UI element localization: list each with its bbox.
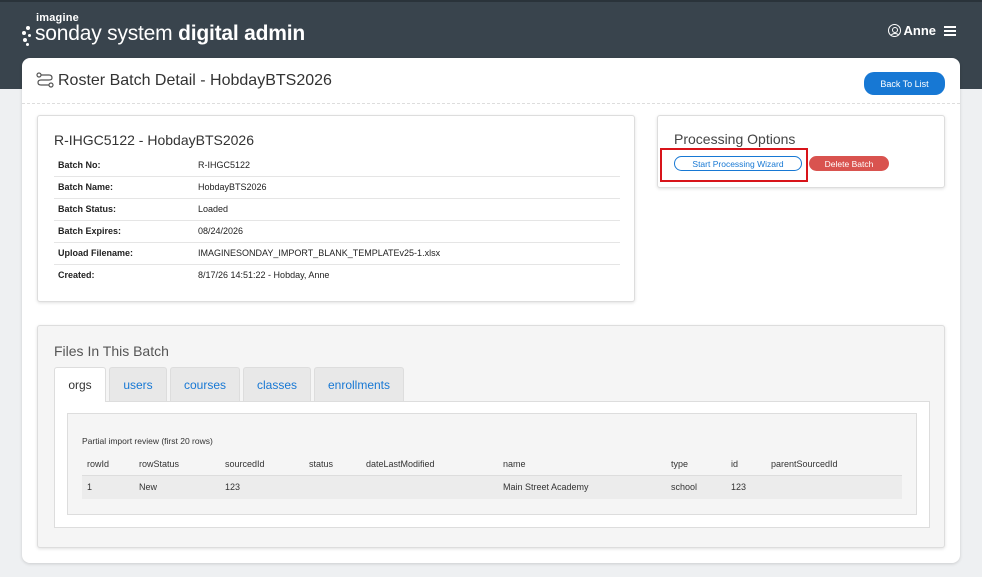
table-cell: 123 (726, 475, 766, 499)
column-header: type (666, 454, 726, 476)
hamburger-icon[interactable] (944, 25, 956, 36)
page-title: Roster Batch Detail - HobdayBTS2026 (58, 72, 332, 89)
field-value: 08/24/2026 (194, 220, 620, 243)
column-header: parentSourcedId (766, 454, 902, 476)
files-title: Files In This Batch (54, 343, 169, 359)
column-header: rowId (82, 454, 134, 476)
person-circle-icon (887, 24, 901, 37)
user-menu[interactable]: Anne (887, 23, 956, 38)
field-value: HobdayBTS2026 (194, 176, 620, 199)
field-value: IMAGINESONDAY_IMPORT_BLANK_TEMPLATEv25-1… (194, 242, 620, 265)
logo-dots-icon (22, 26, 34, 48)
tab-classes[interactable]: classes (243, 367, 311, 401)
card-header: Roster Batch Detail - HobdayBTS2026 Back… (22, 58, 960, 104)
column-header: rowStatus (134, 454, 220, 476)
table-cell (304, 475, 361, 499)
field-label: Batch Name: (54, 176, 194, 199)
table-row: 1 New 123 Main Street Academy school 123 (82, 475, 902, 499)
table-cell: Main Street Academy (498, 475, 666, 499)
batch-heading: R-IHGC5122 - HobdayBTS2026 (54, 132, 254, 148)
import-table: rowId rowStatus sourcedId status dateLas… (82, 454, 902, 499)
field-label: Batch Status: (54, 198, 194, 221)
field-label: Batch No: (54, 154, 194, 177)
tab-orgs[interactable]: orgs (54, 367, 106, 402)
column-header: sourcedId (220, 454, 304, 476)
table-cell: 1 (82, 475, 134, 499)
column-header: dateLastModified (361, 454, 498, 476)
import-review: Partial import review (first 20 rows) ro… (67, 413, 917, 515)
brand-name-bold: digital admin (178, 22, 306, 45)
table-header-row: rowId rowStatus sourcedId status dateLas… (82, 454, 902, 476)
field-row: Upload Filename: IMAGINESONDAY_IMPORT_BLA… (54, 242, 620, 265)
tab-users[interactable]: users (109, 367, 167, 401)
field-row: Batch Name: HobdayBTS2026 (54, 176, 620, 199)
files-panel: Files In This Batch orgs users courses c… (37, 325, 945, 548)
field-value: 8/17/26 14:51:22 - Hobday, Anne (198, 270, 330, 281)
user-name: Anne (903, 23, 937, 38)
table-cell: 123 (220, 475, 304, 499)
processing-options-panel: Processing Options Start Processing Wiza… (657, 115, 945, 188)
field-row: Created: 8/17/26 14:51:22 - Hobday, Anne (54, 264, 620, 286)
field-label: Batch Expires: (54, 220, 194, 243)
table-cell: New (134, 475, 220, 499)
field-label: Created: (58, 270, 95, 281)
brand-name: sonday system digital admin (35, 22, 305, 46)
field-row: Batch Expires: 08/24/2026 (54, 220, 620, 243)
brand-name-light: sonday system (35, 22, 173, 45)
tab-content: Partial import review (first 20 rows) ro… (54, 401, 930, 528)
table-cell: school (666, 475, 726, 499)
batch-fields-table: Batch No: R-IHGC5122 Batch Name: HobdayBTS… (54, 154, 620, 286)
start-processing-wizard-button[interactable]: Start Processing Wizard (674, 156, 802, 171)
main-card: Roster Batch Detail - HobdayBTS2026 Back… (22, 58, 960, 563)
column-header: status (304, 454, 361, 476)
processing-title: Processing Options (674, 131, 796, 147)
delete-batch-button[interactable]: Delete Batch (809, 156, 889, 171)
tab-enrollments[interactable]: enrollments (314, 367, 404, 401)
batch-detail-panel: R-IHGC5122 - HobdayBTS2026 Batch No: R-IH… (37, 115, 635, 302)
table-cell (766, 475, 902, 499)
field-label: Upload Filename: (54, 242, 194, 265)
tab-courses[interactable]: courses (170, 367, 240, 401)
column-header: name (498, 454, 666, 476)
field-value: R-IHGC5122 (194, 154, 620, 177)
field-row: Batch Status: Loaded (54, 198, 620, 221)
column-header: id (726, 454, 766, 476)
field-row: Batch No: R-IHGC5122 (54, 154, 620, 177)
field-value: Loaded (194, 198, 620, 221)
route-icon (36, 72, 54, 88)
table-cell (361, 475, 498, 499)
back-to-list-button[interactable]: Back To List (864, 72, 945, 95)
import-caption: Partial import review (first 20 rows) (82, 436, 213, 446)
